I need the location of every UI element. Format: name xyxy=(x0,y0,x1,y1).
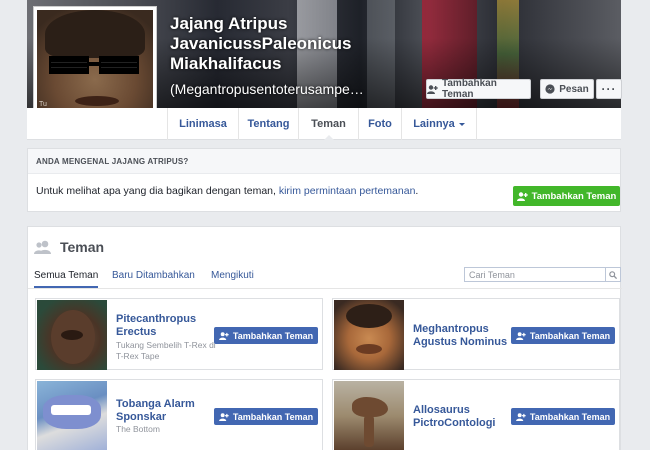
know-add-friend-label: Tambahkan Teman xyxy=(531,190,617,202)
message-button[interactable]: Pesan xyxy=(540,79,594,99)
friend-photo[interactable] xyxy=(334,300,404,370)
avatar-pixel-glasses xyxy=(49,56,143,76)
friend-card: Tobanga Alarm Sponskar The Bottom Tambah… xyxy=(35,379,323,450)
friend-add-button[interactable]: Tambahkan Teman xyxy=(511,327,615,344)
photo-detail xyxy=(51,405,91,415)
profile-name[interactable]: Jajang Atripus JavanicussPaleonicus Miak… xyxy=(170,14,420,74)
friend-name[interactable]: Meghantropus Agustus Nominus xyxy=(413,323,513,349)
friends-icon xyxy=(34,240,52,254)
message-icon xyxy=(545,84,555,94)
photo-detail xyxy=(352,397,388,417)
message-prefix: Untuk melihat apa yang dia bagikan denga… xyxy=(36,185,279,197)
friend-card: Pitecanthropus Erectus Tukang Sembelih T… xyxy=(35,298,323,370)
friend-photo[interactable] xyxy=(37,381,107,450)
know-person-header: ANDA MENGENAL JAJANG ATRIPUS? xyxy=(28,149,620,174)
avatar-hair xyxy=(45,10,145,58)
add-friend-icon xyxy=(516,331,526,340)
avatar-overlay-text: Tu xyxy=(39,101,47,108)
know-person-message: Untuk melihat apa yang dia bagikan denga… xyxy=(36,185,418,197)
friend-subtitle: The Bottom xyxy=(116,424,160,434)
tab-timeline[interactable]: Linimasa xyxy=(167,108,238,140)
know-add-friend-button[interactable]: Tambahkan Teman xyxy=(513,186,620,206)
photo-detail xyxy=(61,330,83,340)
friend-add-label: Tambahkan Teman xyxy=(232,411,314,422)
tab-more[interactable]: Lainnya xyxy=(401,108,477,140)
friends-header: Teman xyxy=(34,239,104,255)
friend-name[interactable]: Pitecanthropus Erectus xyxy=(116,313,216,339)
caret-down-icon xyxy=(458,123,465,129)
friend-add-button[interactable]: Tambahkan Teman xyxy=(214,408,318,425)
tab-photos[interactable]: Foto xyxy=(358,108,401,140)
message-label: Pesan xyxy=(559,83,589,95)
friend-add-button[interactable]: Tambahkan Teman xyxy=(214,327,318,344)
friends-title: Teman xyxy=(60,239,105,255)
friend-card: Meghantropus Agustus Nominus Tambahkan T… xyxy=(332,298,620,370)
friend-add-button[interactable]: Tambahkan Teman xyxy=(511,408,615,425)
add-friend-icon xyxy=(516,412,526,421)
add-friend-button[interactable]: Tambahkan Teman xyxy=(426,78,531,100)
avatar-mouth xyxy=(75,96,119,106)
more-options-button[interactable]: ··· xyxy=(596,79,622,99)
friends-section: Teman Semua Teman Baru Ditambahkan Mengi… xyxy=(27,226,622,450)
add-friend-icon xyxy=(516,191,528,201)
friend-add-label: Tambahkan Teman xyxy=(529,411,611,422)
know-person-box: ANDA MENGENAL JAJANG ATRIPUS? Untuk meli… xyxy=(27,148,621,212)
search-icon xyxy=(609,270,617,279)
search-button[interactable] xyxy=(605,268,620,281)
friend-photo[interactable] xyxy=(334,381,404,450)
friend-add-label: Tambahkan Teman xyxy=(232,330,314,341)
friend-add-label: Tambahkan Teman xyxy=(529,330,611,341)
tab-more-label: Lainnya xyxy=(413,118,455,130)
profile-nav: Linimasa Tentang Teman Foto Lainnya xyxy=(27,108,621,141)
friend-card: Allosaurus PictroContologi Tambahkan Tem… xyxy=(332,379,620,450)
add-friend-icon xyxy=(427,84,438,94)
send-friend-request-link[interactable]: kirim permintaan pertemanan xyxy=(279,185,416,197)
friend-subtitle: Tukang Sembelih T-Rex di T-Rex Tape xyxy=(116,340,216,361)
friend-name[interactable]: Tobanga Alarm Sponskar xyxy=(116,398,216,424)
photo-detail xyxy=(356,344,382,354)
add-friend-icon xyxy=(219,331,229,340)
photo-detail xyxy=(364,415,374,447)
message-suffix: . xyxy=(415,185,419,197)
tab-friends[interactable]: Teman xyxy=(298,108,358,141)
tab-about[interactable]: Tentang xyxy=(238,108,298,140)
profile-alternate-name: (Megantropusentoterusampe… xyxy=(170,81,364,97)
subtab-all-friends[interactable]: Semua Teman xyxy=(34,270,99,288)
glasses-lens xyxy=(99,56,139,74)
subtab-recently-added[interactable]: Baru Ditambahkan xyxy=(112,270,195,281)
friends-search xyxy=(464,267,621,282)
friends-search-input[interactable] xyxy=(465,268,603,281)
add-friend-label: Tambahkan Teman xyxy=(442,78,497,100)
add-friend-icon xyxy=(219,412,229,421)
friend-photo[interactable] xyxy=(37,300,107,370)
friend-name[interactable]: Allosaurus PictroContologi xyxy=(413,404,513,430)
glasses-lens xyxy=(49,56,89,74)
subtab-following[interactable]: Mengikuti xyxy=(211,270,254,281)
photo-detail xyxy=(346,304,392,328)
